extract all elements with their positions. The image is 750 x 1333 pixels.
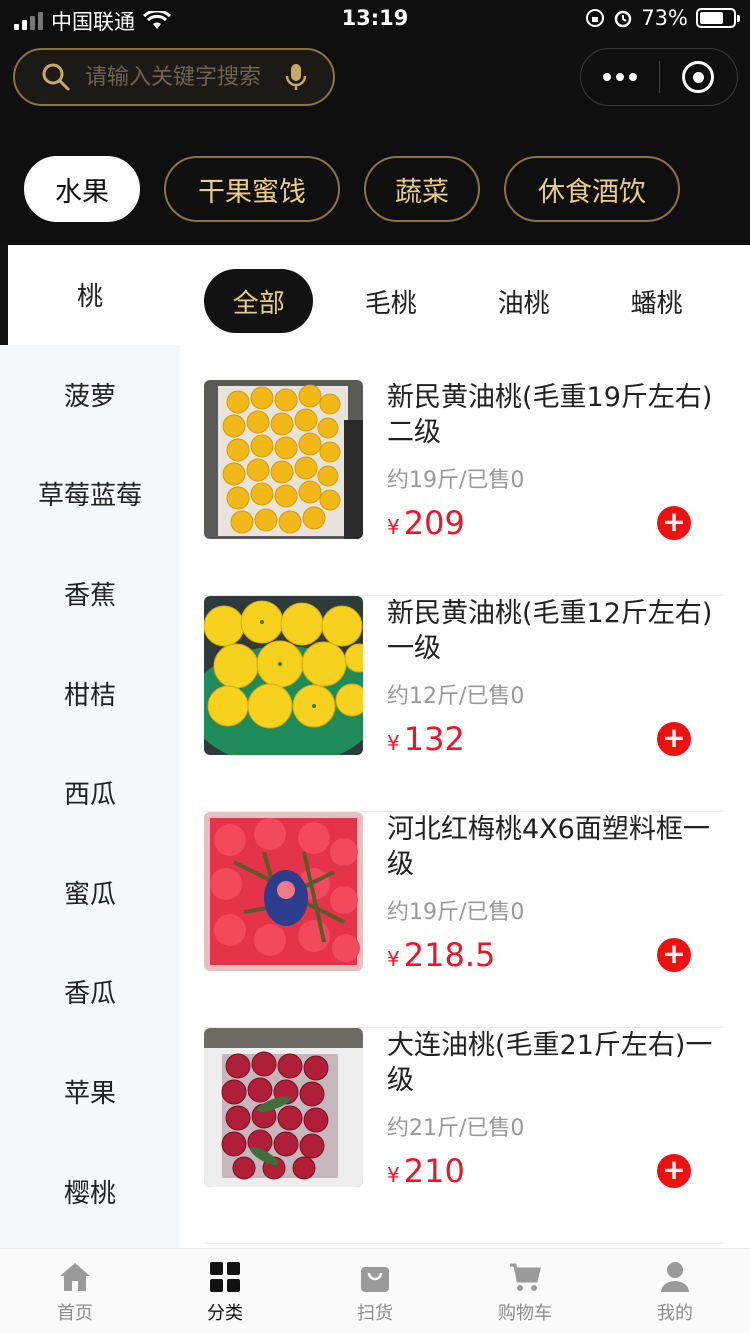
- more-icon: [602, 73, 637, 81]
- tab-category[interactable]: 分类: [150, 1249, 300, 1333]
- sidebar-item-apple[interactable]: 苹果: [0, 1042, 180, 1142]
- price-value: 210: [403, 1152, 465, 1190]
- tab-label: 扫货: [357, 1303, 393, 1324]
- microphone-icon[interactable]: [285, 62, 307, 92]
- sidebar-item-honeydew[interactable]: 蜜瓜: [0, 843, 180, 943]
- product-card[interactable]: 河北红梅桃4X6面塑料框一级 约19斤/已售0 ¥ 218.5 +: [204, 812, 724, 1028]
- product-card[interactable]: 新民黄油桃(毛重12斤左右)一级 约12斤/已售0 ¥ 132 +: [204, 596, 724, 812]
- category-tab-dried-fruit[interactable]: 干果蜜饯: [164, 156, 340, 222]
- rotation-lock-icon: [586, 9, 605, 27]
- product-card[interactable]: 大连油桃(毛重21斤左右)一级 约21斤/已售0 ¥ 210 +: [204, 1028, 724, 1244]
- tab-shop[interactable]: 扫货: [300, 1249, 450, 1333]
- product-image[interactable]: [204, 812, 363, 971]
- grid-icon: [210, 1262, 240, 1292]
- close-miniapp-button[interactable]: [660, 49, 738, 105]
- tab-label: 首页: [57, 1303, 93, 1324]
- product-name[interactable]: 新民黄油桃(毛重19斤左右)二级: [387, 380, 717, 450]
- target-icon: [682, 61, 715, 93]
- sidebar-item-cherry[interactable]: 樱桃: [0, 1141, 180, 1241]
- bag-icon: [361, 1267, 389, 1292]
- product-card[interactable]: 新民黄油桃(毛重19斤左右)二级 约19斤/已售0 ¥ 209 +: [204, 380, 724, 596]
- tab-cart[interactable]: 购物车: [450, 1249, 600, 1333]
- currency-symbol: ¥: [387, 1163, 400, 1187]
- sidebar-item-peach[interactable]: 桃: [0, 245, 180, 345]
- product-name[interactable]: 河北红梅桃4X6面塑料框一级: [387, 812, 717, 882]
- subtab-all[interactable]: 全部: [204, 269, 314, 333]
- product-weight-sales: 约19斤/已售0: [387, 468, 525, 493]
- product-image[interactable]: [204, 596, 363, 755]
- add-to-cart-button[interactable]: +: [657, 1154, 691, 1188]
- price-value: 209: [403, 504, 465, 542]
- product-weight-sales: 约21斤/已售0: [387, 1116, 525, 1141]
- product-list: 新民黄油桃(毛重19斤左右)二级 约19斤/已售0 ¥ 209 + 新民黄油桃(…: [204, 380, 724, 1244]
- category-tabs: 水果 干果蜜饯 蔬菜 休食酒饮: [24, 156, 680, 222]
- sidebar-item-berries[interactable]: 草莓蓝莓: [0, 444, 180, 544]
- add-to-cart-button[interactable]: +: [657, 938, 691, 972]
- sidebar-item-muskmelon[interactable]: 香瓜: [0, 942, 180, 1042]
- product-weight-sales: 约12斤/已售0: [387, 684, 525, 709]
- product-price: ¥ 210: [387, 1152, 465, 1190]
- search-bar[interactable]: [13, 48, 335, 106]
- currency-symbol: ¥: [387, 947, 400, 971]
- product-price: ¥ 218.5: [387, 936, 495, 974]
- tab-label: 购物车: [498, 1303, 552, 1324]
- subtab-hairy-peach[interactable]: 毛桃: [313, 269, 468, 333]
- miniapp-capsule: [580, 48, 738, 106]
- category-tab-fruit[interactable]: 水果: [24, 156, 140, 222]
- product-price: ¥ 209: [387, 504, 465, 542]
- battery-icon: [696, 8, 740, 28]
- cart-icon: [510, 1263, 541, 1291]
- alarm-icon: [615, 10, 632, 28]
- user-icon: [661, 1262, 689, 1292]
- subtab-flat-peach[interactable]: 蟠桃: [579, 269, 734, 333]
- bottom-tab-bar: 首页 分类 扫货 购物车 我的: [0, 1248, 750, 1333]
- sidebar: 桃 菠萝 草莓蓝莓 香蕉 柑桔 西瓜 蜜瓜 香瓜 苹果 樱桃: [0, 245, 180, 1248]
- subcategory-tabs: 全部 毛桃 油桃 蟠桃: [204, 269, 734, 333]
- add-to-cart-button[interactable]: +: [657, 722, 691, 756]
- search-input[interactable]: [85, 64, 285, 90]
- more-button[interactable]: [581, 49, 659, 105]
- sidebar-item-pineapple[interactable]: 菠萝: [0, 345, 180, 445]
- currency-symbol: ¥: [387, 731, 400, 755]
- product-image[interactable]: [204, 1028, 363, 1187]
- battery-percent: 73%: [641, 6, 688, 30]
- category-tab-vegetables[interactable]: 蔬菜: [364, 156, 480, 222]
- product-price: ¥ 132: [387, 720, 465, 758]
- tab-label: 分类: [207, 1303, 243, 1324]
- home-icon: [60, 1263, 90, 1291]
- add-to-cart-button[interactable]: +: [657, 506, 691, 540]
- tab-label: 我的: [657, 1303, 693, 1324]
- category-tab-snacks-drinks[interactable]: 休食酒饮: [504, 156, 680, 222]
- product-name[interactable]: 新民黄油桃(毛重12斤左右)一级: [387, 596, 717, 666]
- header: 水果 干果蜜饯 蔬菜 休食酒饮: [0, 40, 750, 245]
- search-icon: [42, 63, 70, 91]
- sidebar-item-watermelon[interactable]: 西瓜: [0, 743, 180, 843]
- product-weight-sales: 约19斤/已售0: [387, 900, 525, 925]
- status-bar: 中国联通 13:19 73%: [0, 0, 750, 40]
- sidebar-item-citrus[interactable]: 柑桔: [0, 643, 180, 743]
- product-name[interactable]: 大连油桃(毛重21斤左右)一级: [387, 1028, 717, 1098]
- subtab-nectarine[interactable]: 油桃: [468, 269, 579, 333]
- sidebar-item-banana[interactable]: 香蕉: [0, 544, 180, 644]
- product-image[interactable]: [204, 380, 363, 539]
- price-value: 132: [403, 720, 465, 758]
- tab-home[interactable]: 首页: [0, 1249, 150, 1333]
- price-value: 218.5: [403, 936, 496, 974]
- tab-mine[interactable]: 我的: [600, 1249, 750, 1333]
- currency-symbol: ¥: [387, 515, 400, 539]
